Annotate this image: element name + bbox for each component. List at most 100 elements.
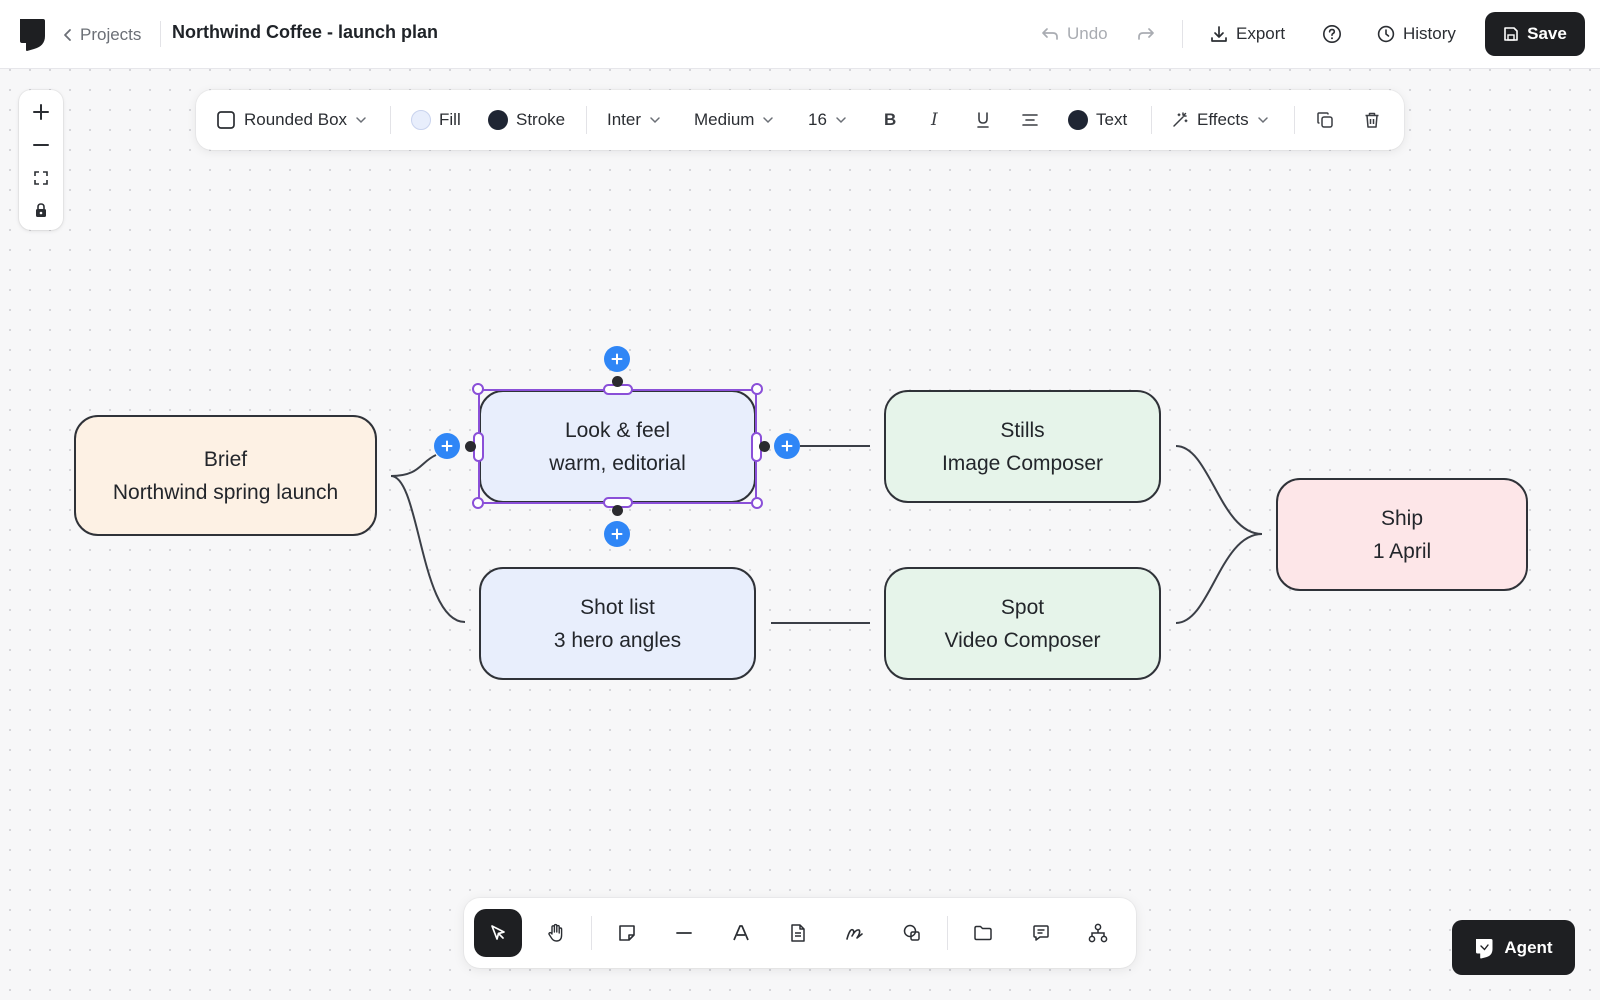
connector-stills-ship[interactable] (1175, 445, 1263, 535)
help-button[interactable] (1322, 20, 1342, 48)
text-align-button[interactable] (1021, 105, 1039, 135)
italic-glyph: I (931, 110, 938, 130)
node-spot[interactable]: Spot Video Composer (884, 567, 1161, 680)
tool-hand[interactable] (532, 909, 580, 957)
node-shot-list[interactable]: Shot list 3 hero angles (479, 567, 756, 680)
chevron-down-icon (763, 117, 774, 124)
font-family-dropdown[interactable]: Inter (607, 105, 661, 135)
text-color-button[interactable]: Text (1068, 105, 1127, 135)
effects-label: Effects (1197, 110, 1249, 129)
history-button[interactable]: History (1377, 20, 1456, 48)
font-size-dropdown[interactable]: 16 (808, 105, 847, 135)
save-button[interactable]: Save (1485, 12, 1585, 56)
dock-divider (947, 916, 948, 950)
zoom-controls (19, 90, 63, 230)
tool-hierarchy[interactable] (1074, 909, 1122, 957)
fit-to-screen-button[interactable] (25, 164, 57, 192)
chevron-down-icon (356, 117, 366, 124)
connection-point-right[interactable] (759, 441, 770, 452)
tool-text[interactable] (717, 909, 765, 957)
font-weight-value: Medium (694, 110, 755, 129)
node-brief[interactable]: Brief Northwind spring launch (74, 415, 377, 536)
node-subtitle: Northwind spring launch (112, 480, 339, 504)
redo-button[interactable] (1137, 20, 1155, 48)
connector-brief-look[interactable] (390, 454, 437, 477)
effects-dropdown[interactable]: Effects (1171, 105, 1269, 135)
node-stills[interactable]: Stills Image Composer (884, 390, 1161, 503)
lock-icon (36, 203, 46, 217)
delete-button[interactable] (1363, 105, 1381, 135)
toolbar-divider (1294, 106, 1295, 134)
connector-brief-shot[interactable] (390, 475, 466, 623)
resize-handle-bottom-left[interactable] (472, 497, 484, 509)
add-node-above-button[interactable] (604, 346, 630, 372)
tool-comment[interactable] (1017, 909, 1065, 957)
top-bar: Projects Northwind Coffee - launch plan … (0, 0, 1600, 69)
export-button[interactable]: Export (1210, 20, 1285, 48)
fill-color-button[interactable]: Fill (411, 105, 461, 135)
node-subtitle: 3 hero angles (553, 628, 682, 652)
resize-handle-bottom-right[interactable] (751, 497, 763, 509)
zoom-in-button[interactable] (25, 98, 57, 126)
connection-point-bottom[interactable] (612, 505, 623, 516)
font-weight-dropdown[interactable]: Medium (694, 105, 774, 135)
tool-select[interactable] (474, 909, 522, 957)
add-node-below-button[interactable] (604, 521, 630, 547)
toolbar-divider (390, 106, 391, 134)
bold-glyph: B (884, 110, 897, 129)
text-icon (733, 925, 749, 941)
tool-pen[interactable] (831, 909, 879, 957)
back-link-label: Projects (80, 25, 142, 44)
tool-dock (464, 898, 1136, 968)
tool-document[interactable] (774, 909, 822, 957)
back-to-projects-link[interactable]: Projects (62, 22, 141, 48)
undo-button[interactable]: Undo (1041, 20, 1108, 48)
bold-button[interactable]: B (884, 105, 896, 135)
italic-button[interactable]: I (931, 105, 938, 135)
zoom-out-button[interactable] (25, 131, 57, 159)
document-icon (791, 924, 805, 942)
undo-icon (1042, 28, 1058, 40)
text-color-swatch (1068, 110, 1088, 130)
agent-button[interactable]: Agent (1452, 920, 1575, 975)
plus-icon (33, 104, 49, 120)
resize-handle-top-left[interactable] (472, 383, 484, 395)
text-color-label: Text (1096, 110, 1128, 129)
download-icon (1211, 26, 1227, 42)
magic-wand-icon (1173, 112, 1188, 127)
shape-type-label: Rounded Box (244, 110, 348, 129)
connector-spot-ship[interactable] (1175, 533, 1263, 624)
tool-line[interactable] (660, 909, 708, 957)
chevron-left-icon (64, 29, 71, 41)
app-logo-icon[interactable] (17, 16, 47, 52)
plus-icon (441, 440, 453, 452)
tool-sticky-note[interactable] (603, 909, 651, 957)
shapes-icon (903, 924, 920, 941)
toolbar-divider (586, 106, 587, 134)
underline-icon (977, 112, 989, 128)
undo-label: Undo (1067, 24, 1108, 43)
shape-type-dropdown[interactable]: Rounded Box (216, 105, 367, 135)
node-look-and-feel[interactable]: Look & feel warm, editorial (479, 390, 756, 503)
duplicate-icon (1317, 112, 1333, 128)
underline-button[interactable] (975, 105, 991, 135)
lock-canvas-button[interactable] (25, 196, 57, 224)
font-family-value: Inter (607, 110, 642, 129)
document-title[interactable]: Northwind Coffee - launch plan (172, 22, 438, 43)
tool-shapes[interactable] (888, 909, 936, 957)
agent-logo-icon (1476, 938, 1493, 959)
add-node-left-button[interactable] (434, 433, 460, 459)
connection-point-top[interactable] (612, 376, 623, 387)
fill-swatch (411, 110, 431, 130)
resize-handle-top-right[interactable] (751, 383, 763, 395)
line-icon (676, 932, 692, 934)
tool-folder[interactable] (959, 909, 1007, 957)
stroke-color-button[interactable]: Stroke (488, 105, 565, 135)
fill-label: Fill (439, 110, 461, 129)
node-ship[interactable]: Ship 1 April (1276, 478, 1528, 591)
add-node-right-button[interactable] (774, 433, 800, 459)
history-label: History (1403, 24, 1456, 43)
duplicate-button[interactable] (1316, 105, 1334, 135)
connection-point-left[interactable] (465, 441, 476, 452)
minus-icon (33, 144, 49, 146)
